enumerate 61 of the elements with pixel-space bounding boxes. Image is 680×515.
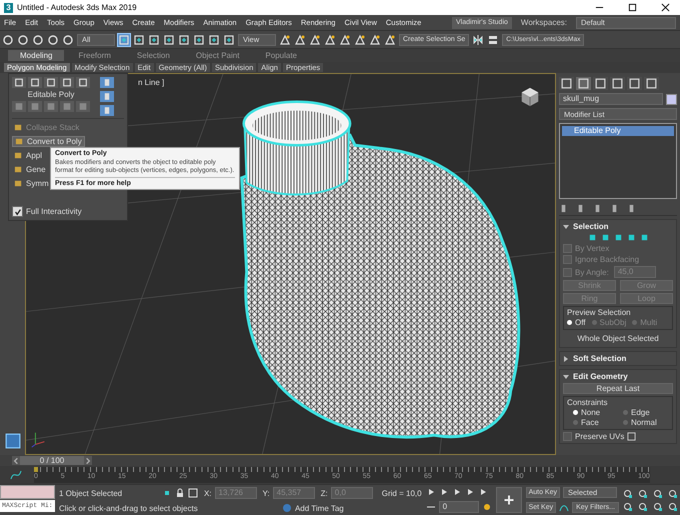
radio-option[interactable]: Face bbox=[573, 418, 619, 427]
current-frame-field[interactable]: 0 bbox=[438, 501, 479, 513]
viewport-layout-icon[interactable] bbox=[4, 433, 20, 449]
checkbox-label: By Vertex bbox=[575, 244, 610, 253]
y-label: Y: bbox=[262, 488, 270, 498]
rollout-toggle-icon[interactable] bbox=[563, 224, 569, 230]
skull-mug-drawing[interactable] bbox=[240, 100, 520, 439]
current-frame-marker[interactable] bbox=[34, 467, 38, 472]
rollout-title[interactable]: Selection bbox=[573, 222, 609, 231]
curve-editor-icon[interactable] bbox=[10, 469, 22, 481]
add-time-tag-text[interactable]: Add Time Tag bbox=[294, 504, 344, 512]
window-title: Untitled - Autodesk 3ds Max 2019 bbox=[17, 3, 137, 12]
checkbox-label: Ignore Backfacing bbox=[575, 255, 640, 264]
checkbox-label: Full Interactivity bbox=[26, 207, 82, 216]
repeat-last-button[interactable]: Repeat Last bbox=[563, 383, 673, 394]
workspaces-label: Workspaces: bbox=[520, 18, 567, 27]
modifier-stack-list[interactable]: Editable Poly bbox=[559, 123, 677, 199]
group-title: Preview Selection bbox=[567, 308, 632, 317]
lock-icon[interactable] bbox=[174, 488, 185, 498]
frame-counter[interactable]: 0 / 100 bbox=[20, 456, 84, 465]
align-icon[interactable] bbox=[487, 34, 500, 46]
checkbox[interactable] bbox=[563, 244, 572, 253]
selection-count-text: 1 Object Selected bbox=[58, 488, 124, 498]
set-keys-button[interactable] bbox=[496, 487, 522, 513]
mirror-icon[interactable] bbox=[472, 34, 484, 46]
panel-title: Editable Poly bbox=[28, 90, 74, 99]
close-icon[interactable] bbox=[661, 3, 670, 12]
grid-size-text: Grid = 10,0 bbox=[382, 488, 422, 498]
zoom-icon[interactable] bbox=[623, 488, 633, 498]
group-title: Constraints bbox=[567, 398, 608, 407]
checkbox[interactable] bbox=[12, 206, 23, 217]
z-label: Z: bbox=[320, 488, 328, 498]
viewport-label[interactable]: n Line ] bbox=[138, 78, 164, 87]
checkbox[interactable] bbox=[563, 255, 572, 264]
x-label: X: bbox=[204, 488, 212, 498]
maxscript-listener-field[interactable] bbox=[0, 485, 55, 499]
rollout-title[interactable]: Edit Geometry bbox=[573, 372, 628, 381]
selection-status-text: Whole Object Selected bbox=[576, 333, 660, 345]
checkbox-label: By Angle: bbox=[575, 268, 609, 276]
flyout-menu-item[interactable]: Convert to Poly bbox=[12, 136, 85, 147]
rollout-toggle-icon[interactable] bbox=[563, 374, 569, 380]
ribbon-tab[interactable]: Object Paint bbox=[184, 50, 252, 61]
checkbox[interactable] bbox=[563, 268, 572, 276]
rollout-toggle-icon[interactable] bbox=[563, 356, 569, 362]
radio-option[interactable]: None bbox=[573, 408, 619, 417]
object-name-field[interactable]: skull_mug bbox=[559, 93, 663, 105]
ribbon-tab[interactable]: Populate bbox=[253, 50, 310, 61]
view-cube-icon[interactable] bbox=[519, 86, 541, 108]
checkbox-label: Preserve UVs bbox=[575, 432, 624, 441]
radio-option[interactable]: Off bbox=[567, 318, 586, 327]
modifier-stack-item[interactable]: Editable Poly bbox=[562, 126, 674, 136]
object-color-swatch[interactable] bbox=[666, 94, 677, 104]
frame-range-bar[interactable]: 0 / 100 bbox=[12, 456, 92, 465]
radio-option[interactable]: Normal bbox=[623, 418, 669, 427]
ribbon-tab[interactable]: Modeling bbox=[8, 50, 64, 61]
radio-option[interactable]: Edge bbox=[623, 408, 669, 417]
checkbox[interactable] bbox=[563, 432, 572, 441]
ribbon-tab[interactable]: Selection bbox=[124, 50, 182, 61]
app-icon: 3 bbox=[4, 2, 13, 12]
ribbon-tab[interactable]: Freeform bbox=[66, 50, 123, 61]
prompt-text: Click or click-and-drag to select objects bbox=[58, 504, 199, 512]
